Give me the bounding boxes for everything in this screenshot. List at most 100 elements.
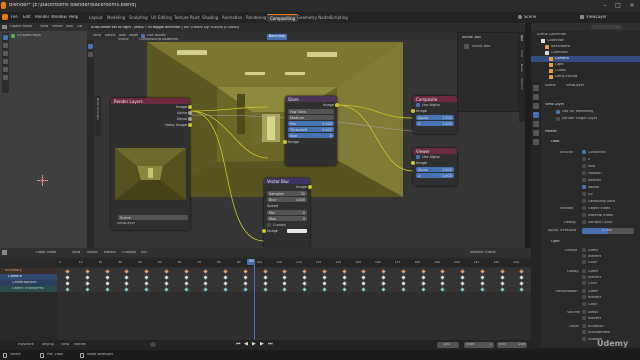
light-pass-checkbox[interactable] (582, 268, 586, 273)
pass-checkbox[interactable] (582, 171, 586, 175)
viewer-node[interactable]: Viewer Use Alpha Image Alpha 1.000 Z 1.000 (411, 148, 457, 186)
move-icon[interactable] (3, 51, 8, 56)
select-box-icon[interactable] (3, 35, 8, 40)
keyframe[interactable] (420, 274, 426, 280)
keyframe[interactable] (420, 280, 426, 286)
section-view-layer[interactable]: View Layer (545, 103, 564, 107)
socket-alpha-out[interactable] (188, 111, 192, 115)
outliner-row[interactable]: Lamp.ceiling (531, 74, 640, 80)
dope-sheet-mode[interactable]: Dope Sheet (36, 251, 56, 255)
blender-menu-icon[interactable] (2, 14, 8, 20)
keyframe[interactable] (104, 268, 110, 274)
keyframe[interactable] (104, 286, 110, 292)
menu-window[interactable]: Window (51, 15, 67, 19)
light-pass-checkbox[interactable] (582, 254, 586, 259)
editor-type-icon[interactable] (2, 25, 7, 29)
light-pass-checkbox[interactable] (582, 330, 586, 335)
light-pass-checkbox[interactable] (582, 295, 586, 300)
viewport-menu-view[interactable]: View (40, 25, 48, 29)
keyframe[interactable] (499, 286, 505, 292)
keyframe[interactable] (262, 268, 268, 274)
light-pass-checkbox[interactable] (582, 289, 586, 294)
keyframe[interactable] (420, 268, 426, 274)
tab-scripting[interactable]: Scripting (327, 14, 351, 22)
dope-menu-key[interactable]: Key (141, 251, 147, 255)
vector-blur-node[interactable]: Vector Blur Image Samples 32 Blur 1.000 Sp… (262, 178, 312, 248)
data-pass-row[interactable]: Combined (582, 150, 637, 156)
material-index-checkbox[interactable] (582, 213, 586, 217)
world-tab-icon[interactable] (533, 130, 539, 136)
pass-checkbox[interactable] (582, 199, 586, 203)
pass-checkbox[interactable] (582, 185, 586, 189)
use-for-rendering-checkbox[interactable] (556, 110, 560, 114)
composite-z-field[interactable]: Z 1.000 (416, 121, 454, 126)
sample-count-checkbox[interactable] (582, 220, 586, 224)
keyframe[interactable] (262, 274, 268, 280)
light-pass-checkbox[interactable] (582, 281, 586, 285)
light-pass-checkbox[interactable] (582, 309, 586, 314)
glare-type-dropdown[interactable]: Fog Glow (288, 109, 334, 114)
keyframe[interactable] (420, 286, 426, 292)
object-index-checkbox[interactable] (582, 206, 586, 210)
keyframe[interactable] (183, 268, 189, 274)
socket-glare-in[interactable] (283, 140, 287, 144)
sidebar-tab-options[interactable]: Options (520, 78, 523, 90)
keying-menu[interactable]: Keying (42, 343, 54, 347)
glare-quality-dropdown[interactable]: Medium (288, 115, 334, 120)
viewport-menu-select[interactable]: Select (52, 25, 63, 29)
glare-node[interactable]: Glare Image Fog Glow Medium Mix 0.000 Thr… (283, 96, 339, 166)
data-pass-row[interactable]: Denoising Data (582, 199, 637, 205)
composite-alpha-field[interactable]: Alpha 1.000 (416, 115, 454, 120)
socket-vblur-out[interactable] (308, 185, 312, 189)
3d-viewport[interactable] (0, 23, 87, 248)
view-menu[interactable]: View (61, 343, 69, 347)
keyframe[interactable] (341, 286, 347, 292)
light-pass-checkbox[interactable] (582, 248, 586, 252)
keyframe[interactable] (341, 280, 347, 286)
keyframe[interactable] (104, 274, 110, 280)
vector-blur-min-field[interactable]: Min 0 (267, 210, 307, 215)
tab-layout[interactable]: Layout (86, 14, 106, 22)
snap-mode-dropdown[interactable]: Nearest Frame (470, 251, 496, 255)
keyframe[interactable] (183, 286, 189, 292)
view-layer-tab-icon[interactable] (533, 112, 539, 118)
keyframe[interactable] (262, 280, 268, 286)
keyframe[interactable] (104, 280, 110, 286)
viewport-menu-object[interactable]: Ob (77, 25, 82, 29)
sidebar-tab-tool[interactable]: Tool (520, 35, 523, 41)
glare-mix-field[interactable]: Mix 0.000 (288, 121, 334, 126)
keyframe[interactable] (183, 274, 189, 280)
alpha-threshold-slider[interactable]: 0.500 (582, 228, 634, 234)
section-data[interactable]: Data (551, 140, 559, 144)
render-layers-node[interactable]: Render Layers Image Alpha Denoi Noisy Im… (111, 98, 192, 230)
pass-checkbox[interactable] (582, 178, 586, 182)
jump-start-icon[interactable]: ⏮ (236, 342, 241, 347)
object-tab-icon[interactable] (533, 139, 539, 145)
rotate-icon[interactable] (3, 59, 8, 64)
transform-icon[interactable] (3, 75, 8, 80)
start-frame-field[interactable]: Start 1 (464, 342, 494, 348)
channel-object-transforms[interactable]: Object Transforms (0, 286, 57, 292)
menu-edit[interactable]: Edit (23, 15, 31, 19)
sidebar-tab-node[interactable]: Node (520, 64, 523, 72)
viewer-z-field[interactable]: Z 1.000 (416, 173, 454, 178)
maximize-icon[interactable]: □ (613, 2, 623, 10)
socket-image-out[interactable] (188, 105, 192, 109)
outliner-search-input[interactable] (591, 25, 621, 29)
view-layer-selector[interactable]: ViewLayer (586, 15, 607, 19)
dope-menu-channel[interactable]: Channel (122, 251, 136, 255)
light-pass-checkbox[interactable] (582, 260, 586, 265)
keyframe[interactable] (341, 274, 347, 280)
vector-blur-blur-field[interactable]: Blur 1.000 (267, 197, 307, 202)
glare-threshold-field[interactable]: Threshold 0.000 (288, 127, 334, 132)
light-pass-checkbox[interactable] (582, 316, 586, 320)
menu-file[interactable]: File (11, 15, 18, 19)
mode-dropdown[interactable]: Object Mode (10, 25, 32, 29)
tab-modeling[interactable]: Modeling (104, 14, 128, 22)
pass-checkbox[interactable] (582, 150, 586, 154)
dope-sheet-editor-icon[interactable] (2, 250, 7, 255)
sidebar-tab-view[interactable]: View (520, 50, 523, 57)
keyframe[interactable] (183, 280, 189, 286)
step-forward-icon[interactable]: ▶ (260, 342, 264, 347)
composite-node[interactable]: Composite Use Alpha Image Alpha 1.000 Z 1.… (411, 96, 457, 134)
